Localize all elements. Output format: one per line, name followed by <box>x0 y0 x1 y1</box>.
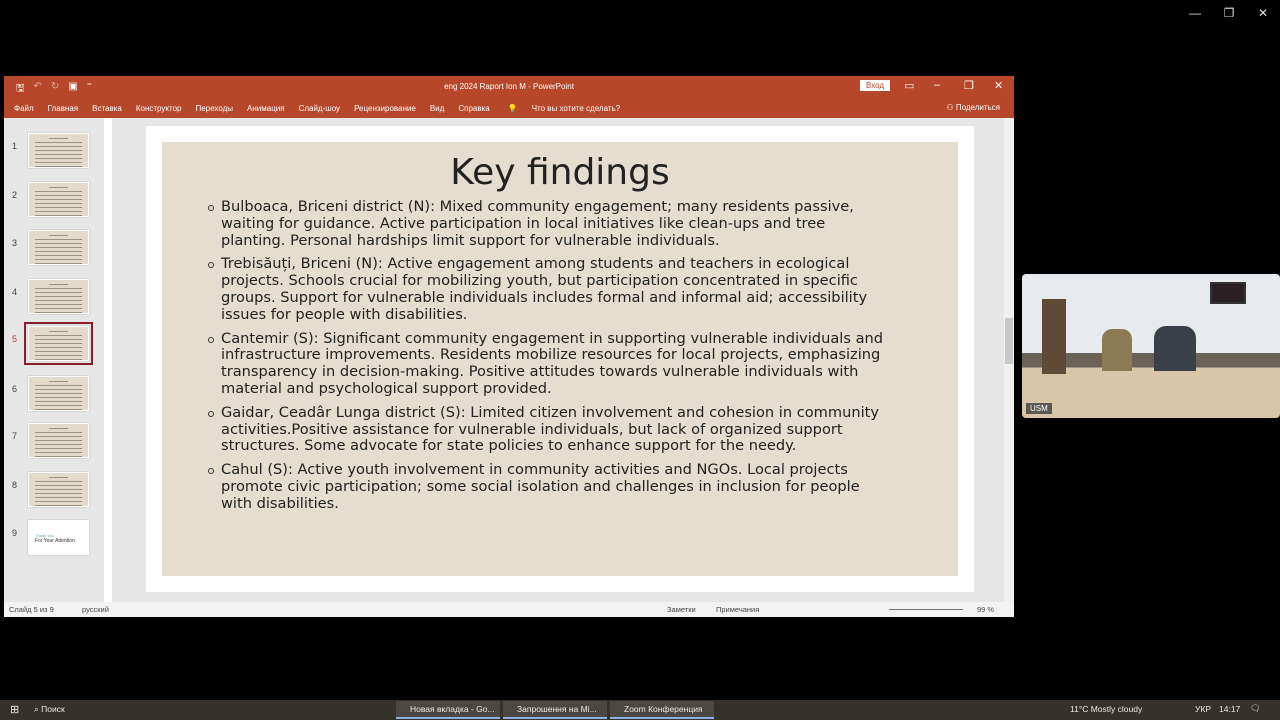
notes-button[interactable]: Заметки <box>667 605 696 614</box>
thumbnail-number: 2 <box>12 190 18 200</box>
thumbnail-number: 6 <box>12 384 18 394</box>
participant <box>1102 329 1132 371</box>
slide-thumbnails: 1 2 3 4 5 6 7 8 9 Thank You For Your Attention <box>4 118 114 602</box>
slide-thumbnail[interactable] <box>28 230 89 265</box>
ribbon-tab[interactable]: Рецензирование <box>354 104 416 113</box>
status-bar: Слайд 5 из 9 русский Заметки Примечания … <box>4 602 1014 617</box>
bullet-line: transparency in decision-making. Positiv… <box>221 363 859 381</box>
restore-icon[interactable]: ❐ <box>1212 0 1246 26</box>
ribbon-tab[interactable]: Вставка <box>92 104 122 113</box>
slide-thumbnail[interactable] <box>28 376 89 411</box>
ribbon-tab[interactable]: Файл <box>14 104 34 113</box>
slide-counter: Слайд 5 из 9 <box>9 605 54 614</box>
bullet-line: material and psychological support provi… <box>221 379 552 397</box>
bullet-item: Cantemir (S): Significant community enga… <box>208 329 928 398</box>
thumbnail-scrollbar[interactable] <box>104 118 112 602</box>
windows-start-icon[interactable]: ⊞ <box>10 703 19 716</box>
thumbnail-number: 1 <box>12 141 18 151</box>
slide-thumbnail[interactable]: Thank You For Your Attention <box>28 520 89 555</box>
thumbnail-number: 4 <box>12 287 18 297</box>
bullet-line: Cantemir (S): Significant community enga… <box>221 329 884 347</box>
bullet-item: Trebisăuți, Briceni (N): Active engageme… <box>208 256 928 323</box>
thumbnail-number: 9 <box>12 528 18 538</box>
bullet-line: groups. Support for vulnerable individua… <box>221 288 868 306</box>
bullet-line: waiting for guidance. Active participati… <box>221 214 826 232</box>
bullet-line: promote civic participation; some social… <box>221 477 860 495</box>
person-icon: ⚇ <box>946 103 956 112</box>
slide-scrollbar[interactable] <box>1004 118 1014 602</box>
ribbon-tabs: Файл Главная Вставка Конструктор Переходы Ани… <box>4 98 1014 118</box>
door <box>1042 299 1066 374</box>
zoom-slider[interactable] <box>889 609 963 610</box>
bullet-line: with disabilities. <box>221 494 339 512</box>
minimize-icon[interactable]: – <box>934 79 940 91</box>
close-icon[interactable]: ✕ <box>994 79 1003 92</box>
powerpoint-window: 🖫 ↶ ↻ ▣ ⁼ eng 2024 Raport Ion M - PowerPoint… <box>4 76 1014 617</box>
bullet-item: Gaidar, Ceadâr Lunga district (S): Limit… <box>208 403 928 455</box>
bullet-line: structures. Some advocate for state poli… <box>221 437 797 455</box>
thumbnail-number: 5 <box>12 334 18 344</box>
minimize-icon[interactable]: — <box>1178 0 1212 26</box>
slide-thumbnail[interactable] <box>24 322 93 365</box>
wall-screen <box>1210 282 1246 304</box>
restore-icon[interactable]: ❐ <box>964 79 974 92</box>
ribbon-tab[interactable]: Анимация <box>247 104 285 113</box>
login-button[interactable]: Вход <box>860 80 891 91</box>
thumb-text: For Your Attention <box>35 538 75 544</box>
ribbon-tab[interactable]: Вид <box>430 104 444 113</box>
desktop-window-controls: — ❐ ✕ <box>1178 0 1280 26</box>
ribbon-tab[interactable]: Справка <box>458 104 489 113</box>
bullet-line: Trebisăuți, Briceni (N): Active engageme… <box>221 255 850 273</box>
bullet-item: Bulboaca, Briceni district (N): Mixed co… <box>208 198 928 249</box>
slide-title: Key findings <box>450 152 670 193</box>
bullet-line: issues for people with disabilities. <box>221 305 468 323</box>
ribbon-tab[interactable]: Главная <box>48 104 78 113</box>
scrollbar-thumb[interactable] <box>1005 318 1013 364</box>
participant <box>1154 326 1196 371</box>
bullet-item: Cahul (S): Active youth involvement in c… <box>208 461 928 512</box>
taskbar-app-button[interactable]: Новая вкладка - Go... <box>396 701 500 719</box>
bullet-line: projects. Schools crucial for mobilizing… <box>221 272 858 290</box>
slide-canvas: Key findings Bulboaca, Briceni district … <box>146 126 974 592</box>
video-feed[interactable]: USM <box>1022 274 1280 418</box>
clock[interactable]: 14:17 <box>1219 704 1240 714</box>
bullet-line: activities.Positive assistance for vulne… <box>221 420 843 438</box>
thumbnail-number: 7 <box>12 431 18 441</box>
ribbon-display-icon[interactable]: ▭ <box>904 79 914 92</box>
tell-me-search[interactable]: Что вы хотите сделать? <box>532 104 620 113</box>
bullet-line: Cahul (S): Active youth involvement in c… <box>221 461 848 479</box>
slide-thumbnail[interactable] <box>28 279 89 314</box>
input-language[interactable]: УКР <box>1195 704 1211 714</box>
share-button[interactable]: ⚇ Поделиться <box>946 103 1000 112</box>
slide-thumbnail[interactable] <box>28 133 89 168</box>
ribbon-tab[interactable]: Слайд-шоу <box>299 104 340 113</box>
bullet-line: Gaidar, Ceadâr Lunga district (S): Limit… <box>221 403 880 421</box>
taskbar-app-button[interactable]: Zoom Конференция <box>610 701 714 719</box>
slide-thumbnail[interactable] <box>28 182 89 217</box>
search-box[interactable]: ⌕ Поиск <box>34 704 65 715</box>
zoom-level[interactable]: 99 % <box>977 605 994 614</box>
participant-name: USM <box>1026 403 1052 414</box>
bullet-line: Bulboaca, Briceni district (N): Mixed co… <box>221 198 854 215</box>
slide-thumbnail[interactable] <box>28 423 89 458</box>
slide-thumbnail[interactable] <box>28 472 89 507</box>
bullet-line: planting. Personal hardships limit suppo… <box>221 231 720 249</box>
language[interactable]: русский <box>82 605 109 614</box>
bullet-line: infrastructure improvements. Residents m… <box>221 346 881 364</box>
slide: Key findings Bulboaca, Briceni district … <box>162 142 958 576</box>
bullet-list: Bulboaca, Briceni district (N): Mixed co… <box>208 198 928 520</box>
taskbar: ⊞ ⌕ Поиск Новая вкладка - Go... Запрошенн… <box>0 700 1280 720</box>
close-icon[interactable]: ✕ <box>1246 0 1280 26</box>
title-bar: 🖫 ↶ ↻ ▣ ⁼ eng 2024 Raport Ion M - PowerPoint… <box>4 76 1014 98</box>
taskbar-app-button[interactable]: Запрошення на Mi... <box>503 701 607 719</box>
ribbon-tab[interactable]: Переходы <box>195 104 233 113</box>
notifications-icon[interactable]: 🗨 <box>1250 703 1261 714</box>
ribbon-tab[interactable]: Конструктор <box>136 104 182 113</box>
lightbulb-icon: 💡 <box>507 103 518 113</box>
comments-button[interactable]: Примечания <box>716 605 759 614</box>
weather[interactable]: 11°C Mostly cloudy <box>1070 704 1142 714</box>
thumbnail-number: 8 <box>12 480 18 490</box>
thumbnail-number: 3 <box>12 238 18 248</box>
